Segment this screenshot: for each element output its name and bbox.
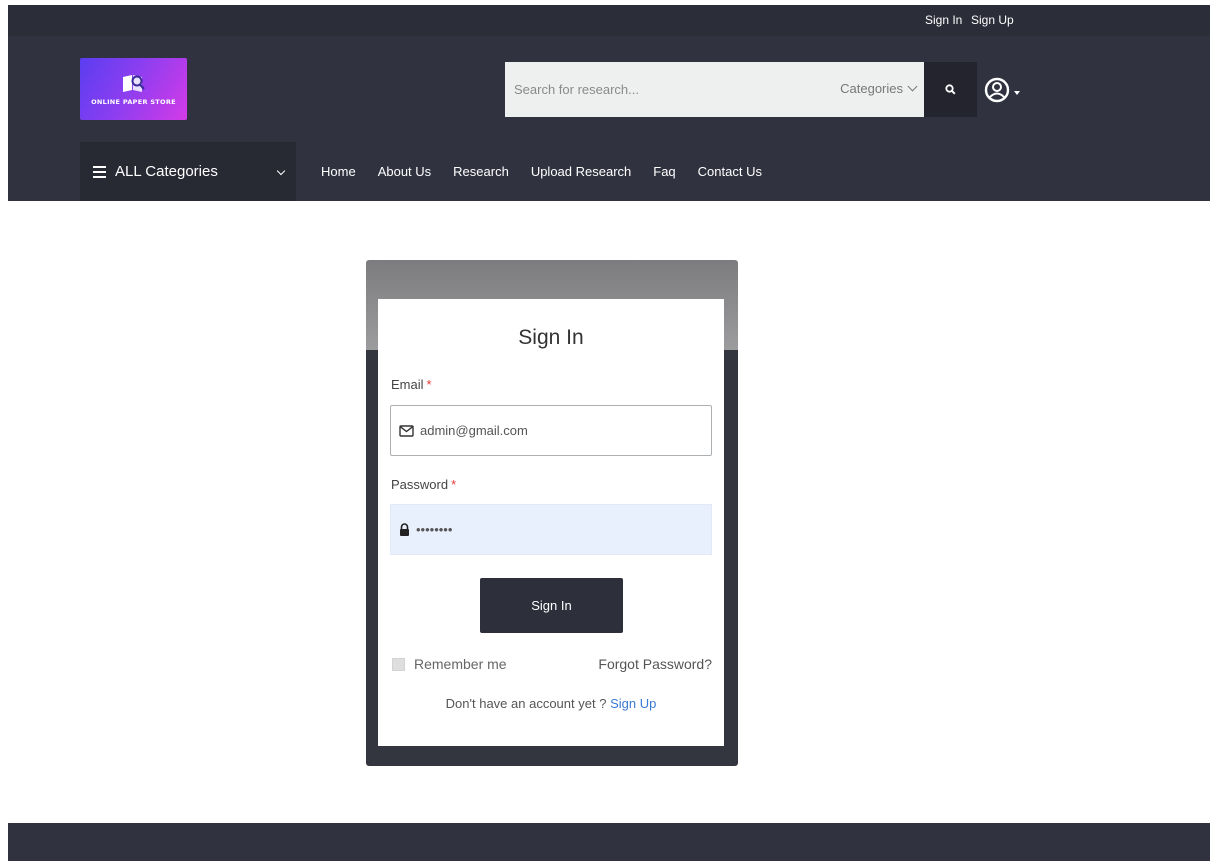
top-bar: Sign In Sign Up: [8, 5, 1210, 36]
all-categories-dropdown[interactable]: ALL Categories: [80, 142, 296, 201]
search-input[interactable]: [505, 62, 815, 117]
category-select-label: Categories: [840, 81, 903, 96]
required-marker: *: [426, 377, 432, 392]
envelope-icon: [399, 424, 414, 437]
hamburger-icon: [93, 165, 106, 178]
forgot-password-link[interactable]: Forgot Password?: [598, 656, 712, 672]
nav-item-contact-us[interactable]: Contact Us: [698, 164, 762, 179]
signin-card: Sign In Email* Password* Sign In Remembe…: [378, 299, 724, 746]
password-label: Password *: [391, 477, 456, 492]
topbar-sign-up-link[interactable]: Sign Up: [971, 13, 1014, 27]
search-bar: Categories: [505, 62, 924, 117]
user-avatar-icon: [984, 77, 1010, 103]
nav-menu: Home About Us Research Upload Research F…: [321, 142, 784, 201]
search-button[interactable]: [924, 62, 977, 117]
email-input[interactable]: [420, 423, 700, 438]
nav-item-research[interactable]: Research: [453, 164, 509, 179]
nav-item-faq[interactable]: Faq: [653, 164, 675, 179]
remember-me-checkbox[interactable]: Remember me: [392, 656, 507, 672]
category-select[interactable]: Categories: [840, 81, 918, 96]
checkbox-box[interactable]: [392, 657, 405, 671]
nav-item-upload-research[interactable]: Upload Research: [531, 164, 631, 179]
email-label: Email *: [391, 377, 432, 392]
password-label-text: Password: [391, 477, 449, 492]
logo-text: ONLINE PAPER STORE: [91, 98, 176, 106]
signin-title: Sign In: [518, 326, 584, 349]
site-logo[interactable]: ONLINE PAPER STORE: [80, 58, 187, 120]
no-account-text: Don't have an account yet ?: [445, 696, 607, 711]
chevron-down-icon: [907, 81, 918, 92]
main-navbar: ALL Categories Home About Us Research Up…: [8, 142, 1210, 201]
signin-button[interactable]: Sign In: [480, 578, 623, 633]
signup-prompt: Don't have an account yet ? Sign Up: [378, 696, 724, 711]
password-input[interactable]: [416, 522, 696, 537]
all-categories-label: ALL Categories: [115, 163, 218, 180]
search-icon: [945, 84, 956, 95]
required-marker: *: [451, 477, 457, 492]
email-label-text: Email: [391, 377, 424, 392]
caret-down-icon: [1014, 91, 1020, 95]
signup-link[interactable]: Sign Up: [610, 696, 656, 711]
chevron-down-icon: [276, 166, 286, 176]
site-header: Sign In Sign Up ONLINE PAPER STORE Categ…: [8, 5, 1210, 201]
remember-me-label: Remember me: [414, 656, 507, 672]
email-field[interactable]: [390, 405, 712, 456]
user-menu-button[interactable]: [984, 76, 1020, 104]
site-footer: [8, 823, 1210, 861]
book-magnifier-icon: [121, 72, 147, 94]
lock-icon: [400, 522, 409, 536]
topbar-sign-in-link[interactable]: Sign In: [925, 13, 962, 27]
nav-item-about-us[interactable]: About Us: [378, 164, 431, 179]
nav-item-home[interactable]: Home: [321, 164, 356, 179]
password-field[interactable]: [390, 504, 712, 555]
